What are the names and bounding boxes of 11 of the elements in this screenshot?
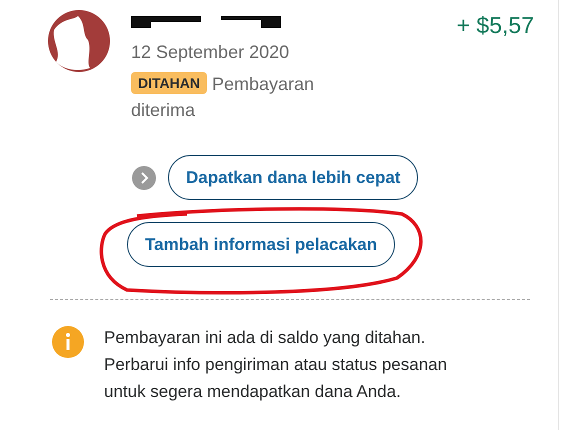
transaction-amount: + $5,57 — [456, 12, 534, 40]
chevron-icon — [132, 166, 156, 190]
status-badge: DITAHAN — [131, 72, 207, 94]
action-button[interactable]: Dapatkan dana lebih cepat — [168, 155, 418, 200]
avatar-icon — [48, 10, 110, 72]
status-text: Pembayaran — [212, 74, 314, 94]
status-text: diterima — [131, 99, 196, 122]
notice-text: Pembayaran ini ada di saldo yang ditahan. Perbarui info pengiriman atau status pesanan untuk segera mendapatkan dana Anda. — [104, 327, 448, 403]
action-button[interactable]: Tambah informasi pelacakan — [127, 222, 396, 267]
transaction-date: 12 September 2020 — [131, 42, 290, 63]
info-icon — [52, 326, 84, 358]
